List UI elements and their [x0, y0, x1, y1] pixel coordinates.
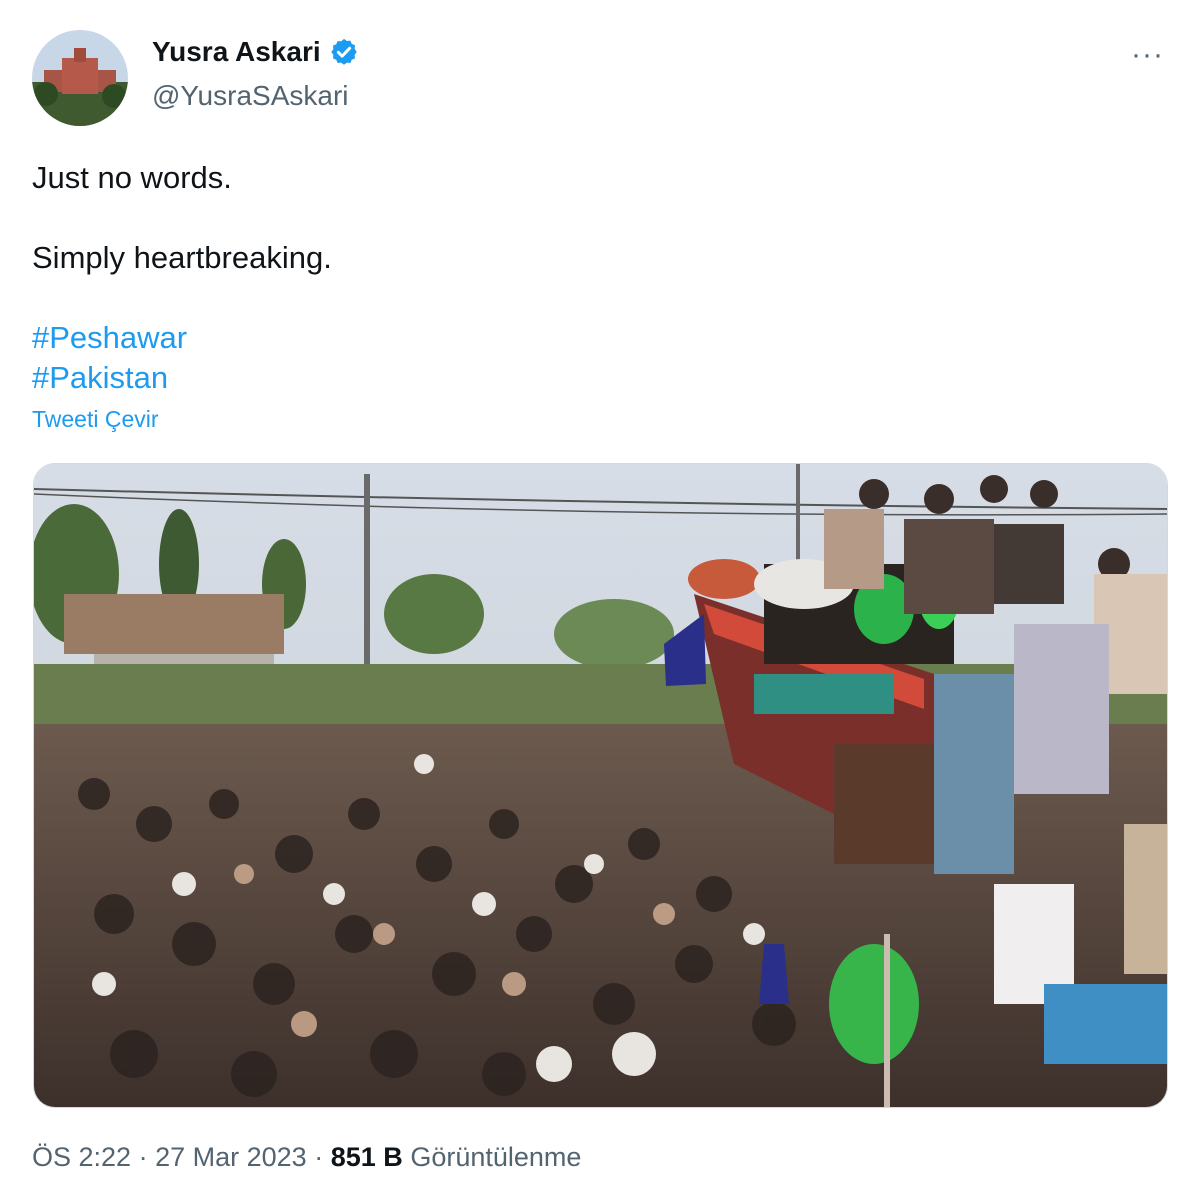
verified-badge-icon [329, 37, 359, 67]
meta-separator: · [314, 1142, 324, 1172]
meta-separator: · [138, 1142, 148, 1172]
avatar[interactable] [32, 30, 128, 126]
tweet-line: Just no words. [32, 160, 232, 195]
author-name-row[interactable]: Yusra Askari [152, 36, 359, 68]
tweet-line [32, 278, 332, 318]
views-label: Görüntülenme [410, 1142, 582, 1172]
views-count[interactable]: 851 B [331, 1142, 403, 1172]
author-display-name[interactable]: Yusra Askari [152, 36, 321, 68]
tweet-line [32, 198, 332, 238]
hashtag-link[interactable]: #Pakistan [32, 358, 332, 398]
author-handle[interactable]: @YusraSAskari [152, 80, 349, 112]
more-options-icon[interactable]: ··· [1131, 38, 1164, 72]
hashtag-link[interactable]: #Peshawar [32, 318, 332, 358]
video-frame-image [34, 464, 1167, 1107]
tweet-video[interactable] [33, 463, 1168, 1108]
tweet-meta: ÖS 2:22 · 27 Mar 2023 · 851 B Görüntülen… [32, 1142, 581, 1173]
tweet-body: Just no words. Simply heartbreaking. #Pe… [32, 158, 332, 398]
tweet-line: Simply heartbreaking. [32, 240, 332, 275]
avatar-image [32, 30, 128, 126]
tweet-date[interactable]: 27 Mar 2023 [155, 1142, 307, 1172]
translate-tweet-link[interactable]: Tweeti Çevir [32, 406, 159, 433]
tweet-time[interactable]: ÖS 2:22 [32, 1142, 131, 1172]
